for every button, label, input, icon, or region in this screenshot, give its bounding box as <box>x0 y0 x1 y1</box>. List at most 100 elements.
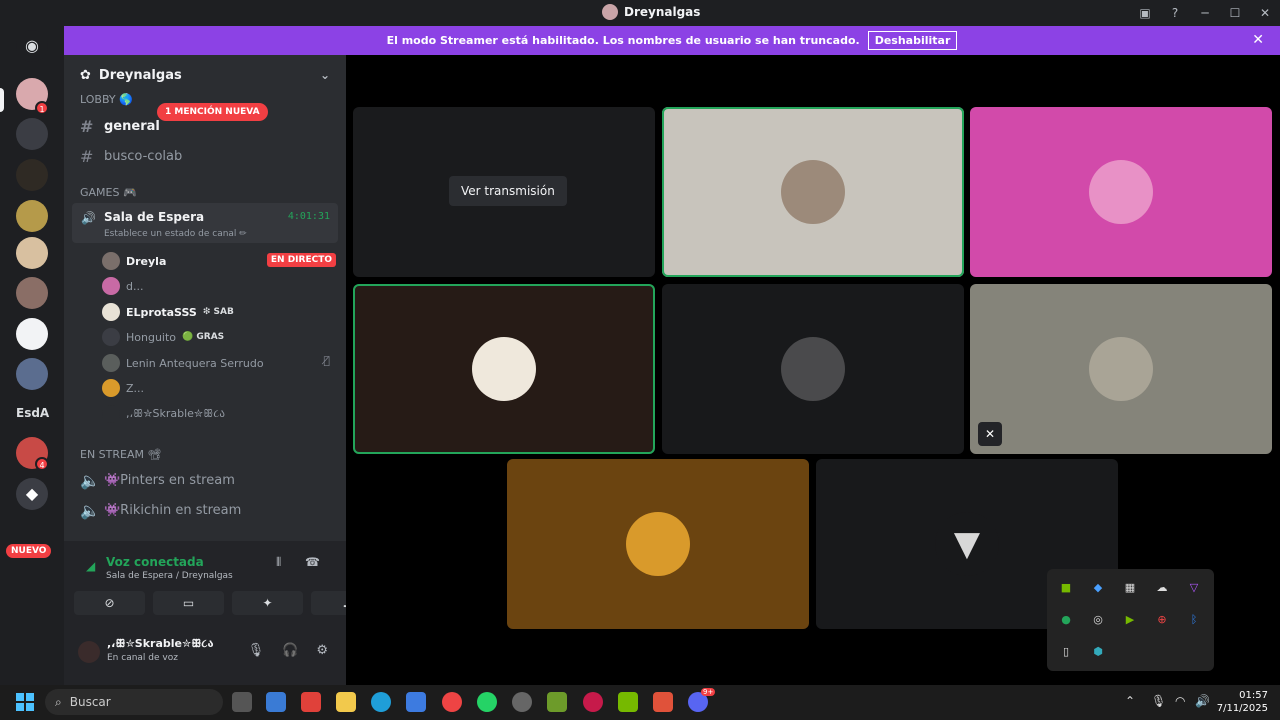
channel-rikichin[interactable]: 🔈 👾Rikichin en stream <box>80 501 241 520</box>
user-tile[interactable] <box>662 284 964 454</box>
voice-channel-sala[interactable]: 🔊 Sala de Espera Establece un estado de … <box>72 203 338 243</box>
help-icon[interactable]: ? <box>1160 6 1190 20</box>
keyboard-icon[interactable]: ▦ <box>1123 581 1137 595</box>
screen-share-button[interactable]: ▭ <box>153 591 224 615</box>
close-window-button[interactable]: ✕ <box>1250 6 1280 20</box>
category-lobby[interactable]: LOBBY 🌎 <box>80 93 133 106</box>
server-wolf[interactable] <box>16 118 48 150</box>
minimize-button[interactable]: ─ <box>1190 6 1220 20</box>
voice-channel-status[interactable]: Establece un estado de canal ✏ <box>104 229 247 239</box>
copilot-app-icon[interactable] <box>266 692 286 712</box>
channel-label: 👾Pinters en stream <box>104 473 235 488</box>
nvidia-icon[interactable]: ■ <box>1059 581 1073 595</box>
wolf-icon: ▼ <box>935 512 999 576</box>
search-label: Buscar <box>69 695 111 709</box>
inbox-icon[interactable]: ▣ <box>1130 6 1160 20</box>
user-tile[interactable]: ✕ <box>970 284 1272 454</box>
streamer-mode-banner: El modo Streamer está habilitado. Los no… <box>64 26 1280 55</box>
server-logo[interactable] <box>16 318 48 350</box>
server-hat[interactable] <box>16 358 48 390</box>
user-tile[interactable] <box>507 459 809 629</box>
opera-icon[interactable] <box>583 692 603 712</box>
activities-button[interactable]: ✦ <box>232 591 303 615</box>
chevron-up-icon[interactable]: ⌃ <box>1125 694 1135 708</box>
mic-icon[interactable]: 🎙 <box>248 643 265 658</box>
server-bow[interactable] <box>16 237 48 269</box>
disable-streamer-button[interactable]: Deshabilitar <box>867 31 958 50</box>
defender-icon[interactable]: ⬢ <box>1091 645 1105 659</box>
member-row[interactable]: ,،ꕥ✮Skrable✮ꕥ૮ა <box>102 405 225 423</box>
stream-tile[interactable]: Ver transmisión <box>353 107 655 277</box>
user-tile[interactable] <box>662 107 964 277</box>
clock-time: 01:57 <box>1239 690 1268 701</box>
member-row[interactable]: ELprotaSSS ❇ SAB <box>102 303 234 321</box>
chrome-icon[interactable] <box>442 692 462 712</box>
member-tag: 🟢 GRAS <box>182 332 225 342</box>
avatar <box>102 252 120 270</box>
discord-home-icon[interactable]: ◉ <box>16 30 48 62</box>
taskbar-search[interactable]: ⌕ Buscar <box>45 689 223 715</box>
member-row[interactable]: d... <box>102 277 143 295</box>
category-games[interactable]: GAMES 🎮 <box>80 186 137 199</box>
guild-header[interactable]: ✿ Dreynalgas ⌄ <box>64 55 346 95</box>
avatar[interactable] <box>78 641 100 663</box>
headphones-icon[interactable]: 🎧 <box>282 643 298 658</box>
nvidia-app-icon[interactable] <box>618 692 638 712</box>
app-red-icon[interactable] <box>301 692 321 712</box>
mic-icon[interactable]: 🎙 <box>1151 694 1166 708</box>
steam-icon[interactable]: ◎ <box>1091 613 1105 627</box>
whatsapp-icon[interactable] <box>477 692 497 712</box>
voice-panel: ◢ Voz conectada Sala de Espera / Dreynal… <box>64 541 382 685</box>
steam-app-icon[interactable] <box>512 692 532 712</box>
close-icon[interactable]: ✕ <box>1252 32 1264 48</box>
task-view-icon[interactable] <box>232 692 252 712</box>
windows-start-icon[interactable] <box>16 693 34 711</box>
category-stream[interactable]: EN STREAM 📽 <box>80 448 161 461</box>
bluetooth-icon[interactable]: ᛒ <box>1187 613 1201 627</box>
voice-connected-title: Voz conectada <box>106 555 204 569</box>
camera-off-button[interactable]: ⊘ <box>74 591 145 615</box>
hash-icon: # <box>80 147 94 166</box>
member-row[interactable]: Honguito 🟢 GRAS <box>102 328 224 346</box>
usb-icon[interactable]: ▯ <box>1059 645 1073 659</box>
server-gold[interactable] <box>16 200 48 232</box>
server-anime[interactable] <box>16 277 48 309</box>
muted-mic-icon: ✕ <box>978 422 1002 446</box>
channel-busco-colab[interactable]: # busco-colab <box>80 147 182 166</box>
server-esda[interactable]: EsdA <box>16 406 49 420</box>
channel-general[interactable]: # general <box>80 117 160 136</box>
update-icon[interactable]: ⊕ <box>1155 613 1169 627</box>
file-explorer-icon[interactable] <box>336 692 356 712</box>
status-icon[interactable]: ● <box>1059 613 1073 627</box>
edge-icon[interactable] <box>371 692 391 712</box>
proton-icon[interactable]: ▽ <box>1187 581 1201 595</box>
member-row[interactable]: Lenin Antequera Serrudo <box>102 354 264 372</box>
maximize-button[interactable]: ☐ <box>1220 6 1250 20</box>
cloud-icon[interactable]: ☁ <box>1155 581 1169 595</box>
server-skull[interactable] <box>16 159 48 191</box>
watch-stream-button[interactable]: Ver transmisión <box>449 176 567 206</box>
server-list: ◉ 1 EsdA 4 ◆ NUEVO <box>0 26 64 685</box>
user-tile[interactable] <box>970 107 1272 277</box>
avatar <box>102 328 120 346</box>
member-row[interactable]: Dreyla <box>102 252 166 270</box>
mention-pill[interactable]: 1 MENCIÓN NUEVA <box>157 103 268 121</box>
wifi-icon[interactable]: ◠ <box>1175 694 1185 708</box>
brave-icon[interactable] <box>653 692 673 712</box>
disconnect-icon[interactable]: ☎ <box>305 555 320 569</box>
speaker-icon: 🔈 <box>80 501 100 520</box>
channel-pinters[interactable]: 🔈 👾Pinters en stream <box>80 471 235 490</box>
gear-icon[interactable]: ⚙ <box>316 643 328 658</box>
gpu-icon[interactable]: ▶ <box>1123 613 1137 627</box>
clock[interactable]: 01:57 7/11/2025 <box>1217 689 1268 715</box>
avatar <box>472 337 536 401</box>
copilot-icon[interactable]: ◆ <box>1091 581 1105 595</box>
app-green-icon[interactable] <box>547 692 567 712</box>
channel-sidebar: ✿ Dreynalgas ⌄ LOBBY 🌎 1 MENCIÓN NUEVA #… <box>64 55 382 685</box>
server-dice[interactable]: ◆ <box>16 478 48 510</box>
member-row[interactable]: Z... <box>102 379 144 397</box>
store-icon[interactable] <box>406 692 426 712</box>
volume-icon[interactable]: 🔊 <box>1195 694 1210 708</box>
user-tile[interactable] <box>353 284 655 454</box>
noise-suppression-icon[interactable]: ⦀ <box>276 555 281 570</box>
